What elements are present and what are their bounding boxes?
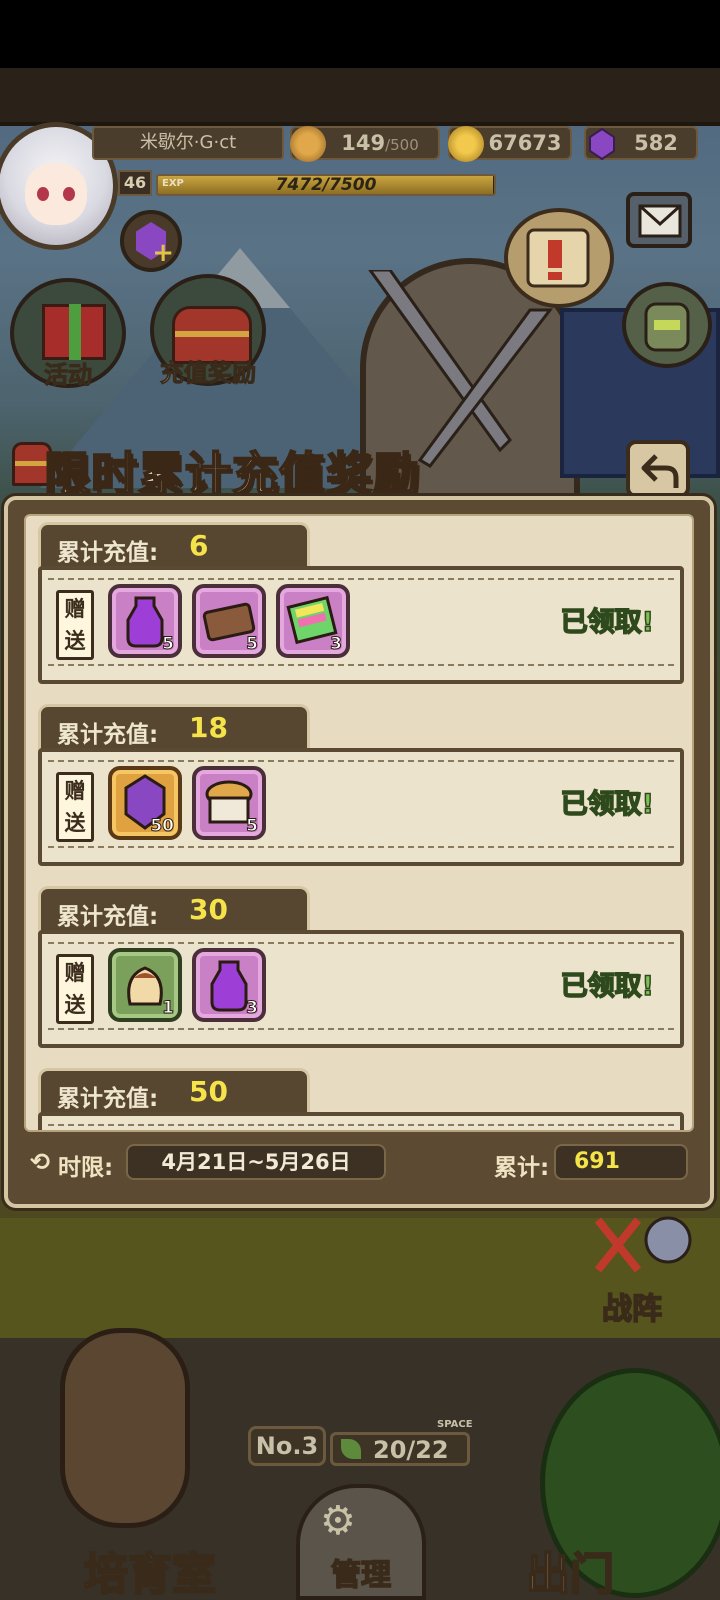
reward-item-bread-basket[interactable]: 5 xyxy=(192,766,266,840)
reward-item-purple-gem[interactable]: 50 xyxy=(108,766,182,840)
dialog-header: 限时累计充值奖励 xyxy=(8,436,708,502)
battle-formation-button[interactable]: 战阵 xyxy=(588,1210,708,1328)
reward-item-rainbow-book[interactable]: 3 xyxy=(276,584,350,658)
nav-manage-label: 管理 xyxy=(330,1557,392,1594)
date-range: 4月21日~5月26日 xyxy=(126,1144,386,1180)
exp-bar: EXP 7472/7500 xyxy=(156,174,496,196)
purple-gem-icon xyxy=(584,126,620,162)
item-count: 3 xyxy=(246,998,259,1019)
nav-go-out[interactable]: 出门 xyxy=(470,1530,670,1600)
exp-value: 7472/7500 xyxy=(275,175,377,195)
reward-item-ticket[interactable]: 5 xyxy=(192,584,266,658)
reward-tier: 累计充值: 6 赠送 5 5 3 已领取! xyxy=(38,522,684,690)
item-count: 5 xyxy=(246,816,259,837)
battle-formation-label: 战阵 xyxy=(601,1291,663,1328)
player-level: 46 xyxy=(118,170,152,196)
activity-button[interactable]: 活动 xyxy=(10,278,126,390)
item-count: 5 xyxy=(246,634,259,655)
nav-manage[interactable]: ⚙ 管理 xyxy=(296,1484,426,1600)
gem-resource[interactable]: 582 xyxy=(584,126,698,162)
gift-tag: 赠送 xyxy=(56,772,94,842)
gift-tag: 赠送 xyxy=(56,954,94,1024)
gold-resource[interactable]: 67673 xyxy=(448,126,572,162)
total-box: 691 xyxy=(554,1144,688,1180)
reward-tier: 累计充值: 30 赠送 1 3 已领取! xyxy=(38,886,684,1054)
tier-label: 累计充值: xyxy=(57,540,159,566)
leaf-icon xyxy=(341,1439,361,1459)
tier-header: 累计充值: 18 xyxy=(38,704,310,752)
total-value: 691 xyxy=(574,1149,620,1174)
back-button[interactable] xyxy=(626,440,690,498)
tier-label: 累计充值: xyxy=(57,1086,159,1112)
item-count: 5 xyxy=(162,634,175,655)
reward-dialog: 累计充值: 6 赠送 5 5 3 已领取! 累计充值: 18 赠送 50 5 已… xyxy=(4,496,714,1208)
mail-button[interactable] xyxy=(626,192,692,248)
status-bar xyxy=(0,0,720,68)
tier-header: 累计充值: 50 xyxy=(38,1068,310,1116)
claimed-status: 已领取! xyxy=(560,788,655,821)
dialog-footer: ⟲ 时限: 4月21日~5月26日 累计: 691 xyxy=(24,1140,694,1190)
tier-list[interactable]: 累计充值: 6 赠送 5 5 3 已领取! 累计充值: 18 赠送 50 5 已… xyxy=(24,514,694,1132)
dialog-title: 限时累计充值奖励 xyxy=(43,446,420,502)
reward-item-purple-potion[interactable]: 3 xyxy=(192,948,266,1022)
tier-rewards: 赠送 50 5 已领取! xyxy=(38,748,684,866)
recharge-reward-label: 充值奖励 xyxy=(160,359,257,388)
tier-header: 累计充值: 30 xyxy=(38,886,310,934)
nav-go-out-label: 出门 xyxy=(525,1548,615,1600)
buy-gems-button[interactable]: + xyxy=(120,210,182,272)
item-count: 50 xyxy=(150,816,175,837)
space-counter: 20/22 SPACE xyxy=(330,1419,473,1466)
tier-rewards: 赠送 5 5 3 已领取! xyxy=(38,566,684,684)
tier-label: 累计充值: xyxy=(57,904,159,930)
time-limit-label: 时限: xyxy=(58,1155,114,1181)
room-number: No.3 xyxy=(248,1426,326,1466)
reward-item-pudding[interactable]: 1 xyxy=(108,948,182,1022)
refresh-icon: ⟲ xyxy=(30,1148,51,1176)
gift-box-icon xyxy=(42,304,106,360)
tier-value: 18 xyxy=(189,711,228,744)
gem-value: 582 xyxy=(634,131,678,155)
player-name: 米歇尔·G·ct xyxy=(92,126,284,160)
item-count: 1 xyxy=(162,998,175,1019)
tier-header: 累计充值: 6 xyxy=(38,522,310,570)
claimed-status: 已领取! xyxy=(560,970,655,1003)
plus-icon: + xyxy=(152,238,174,268)
total-label: 累计: xyxy=(494,1155,550,1181)
item-count: 3 xyxy=(330,634,343,655)
crossed-swords-icon xyxy=(594,1216,692,1273)
activity-label: 活动 xyxy=(44,361,93,390)
reward-tier: 累计充值: 18 赠送 50 5 已领取! xyxy=(38,704,684,872)
tier-rewards: 赠送 1 3 已领取! xyxy=(38,930,684,1048)
backpack-button[interactable] xyxy=(622,282,712,368)
bread-resource[interactable]: 149/500 xyxy=(290,126,440,162)
claimed-status: 已领取! xyxy=(560,606,655,639)
tier-value: 30 xyxy=(189,893,228,926)
avatar-eye xyxy=(63,187,75,201)
bread-value: 149/500 xyxy=(341,131,419,155)
back-arrow-icon xyxy=(641,454,679,488)
tier-rewards xyxy=(38,1112,684,1130)
nav-nursery-label: 培育室 xyxy=(83,1548,217,1600)
reward-item-purple-potion[interactable]: 5 xyxy=(108,584,182,658)
gold-value: 67673 xyxy=(488,131,562,155)
avatar-eye xyxy=(37,187,49,201)
tier-value: 6 xyxy=(189,529,209,562)
space-tag: SPACE xyxy=(437,1419,473,1430)
recharge-reward-button[interactable]: 充值奖励 xyxy=(150,274,266,388)
gift-tag: 赠送 xyxy=(56,590,94,660)
reward-tier: 累计充值: 50 xyxy=(38,1068,684,1130)
gold-coin-icon xyxy=(448,126,484,162)
bread-icon xyxy=(290,126,326,162)
space-value: 20/22 xyxy=(373,1436,449,1464)
avatar-face xyxy=(25,163,87,225)
tier-label: 累计充值: xyxy=(57,722,159,748)
gear-icon: ⚙ xyxy=(320,1498,356,1544)
tier-value: 50 xyxy=(189,1075,228,1108)
nav-nursery[interactable]: 培育室 xyxy=(50,1530,250,1600)
